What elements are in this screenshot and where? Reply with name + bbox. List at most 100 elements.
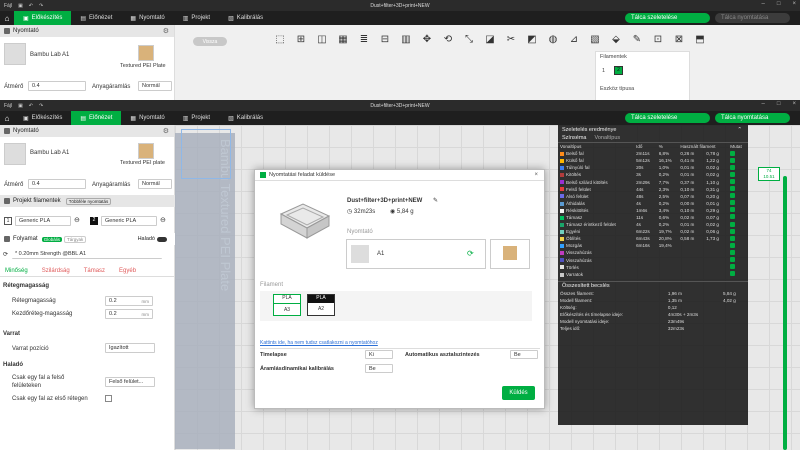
remove-filament-icon[interactable]: ⊖ (74, 216, 80, 224)
print-plate-button[interactable]: Tálca nyomtatása (715, 13, 790, 23)
show-checkbox[interactable] (730, 179, 736, 185)
paint-icon[interactable]: ✎ (627, 29, 647, 49)
split-icon[interactable]: ▥ (396, 29, 416, 49)
filament-1-card[interactable]: PLA A3 (273, 294, 301, 316)
top-wall-select[interactable]: Felső felület... (105, 377, 155, 387)
nozzle-select[interactable]: 0.4 (28, 179, 86, 189)
file-menu[interactable]: Fájl (4, 103, 12, 109)
grid-icon[interactable]: ⊟ (375, 29, 395, 49)
printer-name[interactable]: Bambu Lab A1 (30, 150, 69, 156)
undo-icon[interactable]: ↶ (29, 3, 33, 9)
maximize-icon[interactable]: □ (777, 101, 781, 107)
redo-icon[interactable]: ↷ (39, 3, 43, 9)
show-checkbox[interactable] (730, 157, 736, 163)
filament-2-select[interactable]: Generic PLA (101, 216, 157, 226)
tab-quality[interactable]: Minőség (5, 268, 28, 274)
remove-filament-icon[interactable]: ⊖ (160, 216, 166, 224)
filament-2-card[interactable]: PLA A2 (307, 294, 335, 316)
show-checkbox[interactable] (730, 242, 736, 248)
advanced-toggle[interactable] (157, 236, 167, 242)
maximize-icon[interactable]: □ (777, 1, 781, 7)
measure-icon[interactable]: ⊿ (564, 29, 584, 49)
minimize-icon[interactable]: – (762, 101, 765, 107)
save-icon[interactable]: ▣ (18, 103, 23, 109)
arrange-icon[interactable]: ▦ (333, 29, 353, 49)
refresh-icon[interactable]: ⟳ (467, 249, 474, 258)
show-checkbox[interactable] (730, 193, 736, 199)
tab-printer[interactable]: ▦ Nyomtató (121, 111, 173, 125)
plate-thumbnail-selected[interactable] (181, 129, 231, 179)
show-checkbox[interactable] (730, 228, 736, 234)
show-checkbox[interactable] (730, 150, 736, 156)
show-checkbox[interactable] (730, 249, 736, 255)
show-checkbox[interactable] (730, 271, 736, 277)
close-icon[interactable]: × (534, 172, 538, 178)
close-icon[interactable]: × (792, 1, 796, 7)
gear-icon[interactable]: ⚙ (163, 27, 169, 35)
show-checkbox[interactable] (730, 214, 736, 220)
orient-icon[interactable]: ◫ (312, 29, 332, 49)
move-icon[interactable]: ✥ (417, 29, 437, 49)
show-checkbox[interactable] (730, 186, 736, 192)
add-cube-icon[interactable]: ⬚ (270, 29, 290, 49)
save-icon[interactable]: ▣ (18, 3, 23, 9)
cut-icon[interactable]: ✂ (501, 29, 521, 49)
flow-select[interactable]: Normál (138, 179, 172, 189)
seam-position-select[interactable]: Igazított (105, 343, 155, 353)
show-checkbox[interactable] (730, 235, 736, 241)
process-profile-select[interactable]: * 0.20mm Strength @BBL A1 (12, 249, 162, 259)
filament-tag[interactable]: 2 (614, 66, 623, 75)
layers-icon[interactable]: ≣ (354, 29, 374, 49)
show-checkbox[interactable] (730, 221, 736, 227)
layer-slider[interactable] (783, 176, 787, 450)
gear-icon[interactable]: ⚙ (163, 127, 169, 135)
tab-support[interactable]: Támasz (84, 268, 105, 274)
tab-others[interactable]: Egyéb (119, 268, 136, 274)
tab-preview[interactable]: ▤ Előnézet (71, 111, 122, 125)
show-checkbox[interactable] (730, 207, 736, 213)
text-icon[interactable]: ⊡ (648, 29, 668, 49)
first-layer-input[interactable]: 0.2 mm (105, 309, 153, 319)
first-layer-wall-checkbox[interactable] (105, 395, 112, 402)
collapse-icon[interactable]: ⌃ (737, 127, 742, 133)
svg-icon[interactable]: ⊠ (669, 29, 689, 49)
tab-project[interactable]: ▥ Projekt (174, 11, 219, 25)
show-checkbox[interactable] (730, 257, 736, 263)
tab-calibration[interactable]: ▧ Kalibrálás (219, 11, 272, 25)
filament-1-select[interactable]: Generic PLA (15, 216, 71, 226)
global-toggle[interactable]: Globális (41, 236, 62, 242)
close-icon[interactable]: × (792, 101, 796, 107)
cannot-connect-link[interactable]: Kattints ide, ha nem tudsz csatlakozni a… (260, 340, 378, 346)
tab-project[interactable]: ▥ Projekt (174, 111, 219, 125)
tab-strength[interactable]: Szilárdság (42, 268, 70, 274)
printer-name[interactable]: Bambu Lab A1 (30, 52, 69, 58)
minimize-icon[interactable]: – (762, 1, 765, 7)
layer-height-input[interactable]: 0.2 mm (105, 296, 153, 306)
tab-preview[interactable]: ▤ Előnézet (71, 11, 121, 25)
rotate-icon[interactable]: ⟲ (438, 29, 458, 49)
assembly-icon[interactable]: ⬒ (690, 29, 710, 49)
show-checkbox[interactable] (730, 200, 736, 206)
scale-icon[interactable]: ⤡ (459, 29, 479, 49)
mesh-boolean-icon[interactable]: ◍ (543, 29, 563, 49)
lay-on-face-icon[interactable]: ◪ (480, 29, 500, 49)
plate-type[interactable]: Textured PEI Plate (120, 63, 166, 69)
slice-plate-button[interactable]: Tálca szeletelése (625, 113, 710, 123)
add-plate-icon[interactable]: ⊞ (291, 29, 311, 49)
plate-type[interactable]: Textured PEI plate (120, 160, 165, 166)
objects-toggle[interactable]: Tárgyak (63, 235, 87, 243)
undo-icon[interactable]: ↶ (29, 103, 33, 109)
tab-prepare[interactable]: ▣ Előkészítés (14, 11, 72, 25)
printer-select[interactable]: A1 ⟳ (346, 239, 486, 269)
home-icon[interactable]: ⌂ (0, 111, 14, 125)
nozzle-select[interactable]: 0.4 (28, 81, 86, 91)
back-button[interactable]: Vissza (193, 37, 227, 46)
timelapse-select[interactable]: Ki (365, 350, 393, 359)
seam-icon[interactable]: ⬙ (606, 29, 626, 49)
flow-select[interactable]: Normál (138, 81, 172, 91)
support-paint-icon[interactable]: ◩ (522, 29, 542, 49)
tab-prepare[interactable]: ▣ Előkészítés (14, 111, 71, 125)
colorscheme-select[interactable]: Vonaltípus (594, 135, 620, 141)
auto-level-select[interactable]: Be (510, 350, 538, 359)
emboss-icon[interactable]: ▧ (585, 29, 605, 49)
